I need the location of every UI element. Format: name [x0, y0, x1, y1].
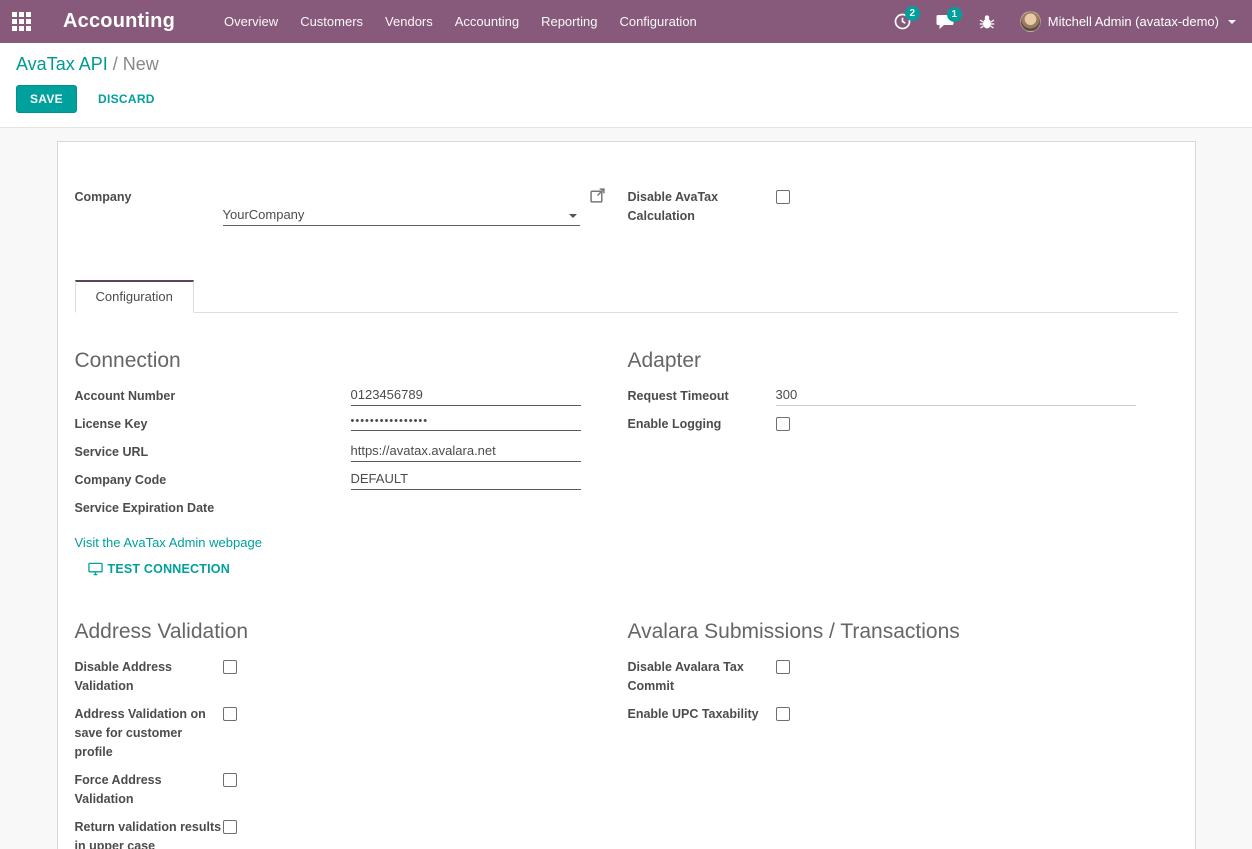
connection-heading: Connection: [75, 349, 628, 373]
messages-button[interactable]: 1: [936, 14, 954, 30]
discard-button[interactable]: DISCARD: [85, 86, 168, 112]
force-address-validation-checkbox[interactable]: [223, 773, 237, 787]
tab-configuration[interactable]: Configuration: [75, 280, 194, 313]
control-panel: AvaTax API / New SAVE DISCARD: [0, 43, 1252, 128]
request-timeout-label: Request Timeout: [628, 387, 776, 406]
license-key-input[interactable]: [351, 415, 581, 431]
service-url-input[interactable]: [351, 443, 581, 462]
company-code-label: Company Code: [75, 471, 351, 490]
menu-item-customers[interactable]: Customers: [289, 0, 374, 43]
messages-badge: 1: [947, 7, 962, 22]
enable-logging-label: Enable Logging: [628, 415, 776, 434]
menu-item-configuration[interactable]: Configuration: [608, 0, 707, 43]
form-sheet: Company YourCompany Disable AvaTax Calcu…: [57, 141, 1196, 849]
debug-button[interactable]: [979, 14, 995, 30]
app-title[interactable]: Accounting: [63, 10, 175, 33]
validation-on-save-checkbox[interactable]: [223, 707, 237, 721]
chevron-down-icon: [1228, 20, 1236, 24]
test-connection-button[interactable]: TEST CONNECTION: [75, 560, 230, 576]
top-navbar: Accounting Overview Customers Vendors Ac…: [0, 0, 1252, 43]
breadcrumb-parent-link[interactable]: AvaTax API: [16, 54, 108, 74]
disable-address-validation-label: Disable Address Validation: [75, 658, 223, 696]
enable-upc-taxability-checkbox[interactable]: [776, 707, 790, 721]
user-avatar: [1020, 11, 1041, 32]
content-area: Company YourCompany Disable AvaTax Calcu…: [0, 128, 1252, 849]
company-label: Company: [75, 188, 223, 226]
breadcrumb: AvaTax API / New: [16, 54, 1236, 75]
user-menu[interactable]: Mitchell Admin (avatax-demo): [1020, 11, 1236, 32]
breadcrumb-current: New: [123, 54, 159, 74]
notebook-tabs: Configuration: [75, 279, 1178, 313]
service-url-label: Service URL: [75, 443, 351, 462]
adapter-heading: Adapter: [628, 349, 1178, 373]
uppercase-results-checkbox[interactable]: [223, 820, 237, 834]
external-link-icon: [590, 188, 605, 203]
uppercase-results-label: Return validation results in upper case: [75, 818, 223, 849]
disable-tax-commit-label: Disable Avalara Tax Commit: [628, 658, 776, 696]
apps-menu-button[interactable]: [0, 0, 43, 43]
company-field[interactable]: YourCompany: [223, 188, 580, 226]
account-number-label: Account Number: [75, 387, 351, 406]
disable-avatax-label: Disable AvaTax Calculation: [628, 188, 776, 226]
avalara-submissions-heading: Avalara Submissions / Transactions: [628, 620, 1178, 644]
menu-item-reporting[interactable]: Reporting: [530, 0, 608, 43]
menu-item-vendors[interactable]: Vendors: [374, 0, 444, 43]
dropdown-caret-icon[interactable]: [569, 214, 577, 218]
apps-grid-icon: [12, 12, 31, 31]
test-connection-label: TEST CONNECTION: [108, 562, 230, 576]
enable-upc-taxability-label: Enable UPC Taxability: [628, 705, 776, 724]
account-number-input[interactable]: [351, 387, 581, 406]
menu-item-overview[interactable]: Overview: [213, 0, 289, 43]
activities-badge: 2: [905, 6, 920, 21]
license-key-label: License Key: [75, 415, 351, 434]
company-code-input[interactable]: [351, 471, 581, 490]
disable-tax-commit-checkbox[interactable]: [776, 660, 790, 674]
service-expiration-date-label: Service Expiration Date: [75, 499, 351, 518]
navbar-systray: 2 1 Mitchell Admin (avatax-demo): [894, 11, 1252, 32]
disable-address-validation-checkbox[interactable]: [223, 660, 237, 674]
main-menu: Overview Customers Vendors Accounting Re…: [213, 0, 708, 43]
address-validation-heading: Address Validation: [75, 620, 628, 644]
menu-item-accounting[interactable]: Accounting: [444, 0, 530, 43]
avatax-admin-link[interactable]: Visit the AvaTax Admin webpage: [75, 535, 262, 550]
save-button[interactable]: SAVE: [16, 85, 77, 113]
user-name: Mitchell Admin (avatax-demo): [1048, 14, 1219, 29]
company-value[interactable]: YourCompany: [223, 207, 569, 222]
request-timeout-input[interactable]: [776, 387, 1136, 406]
activities-button[interactable]: 2: [894, 13, 911, 30]
disable-avatax-checkbox[interactable]: [776, 190, 790, 204]
breadcrumb-separator: /: [113, 54, 118, 74]
monitor-icon: [88, 562, 103, 576]
enable-logging-checkbox[interactable]: [776, 417, 790, 431]
force-address-validation-label: Force Address Validation: [75, 771, 223, 809]
internal-link-button[interactable]: [590, 188, 605, 226]
bug-icon: [979, 14, 995, 30]
validation-on-save-label: Address Validation on save for customer …: [75, 705, 223, 762]
